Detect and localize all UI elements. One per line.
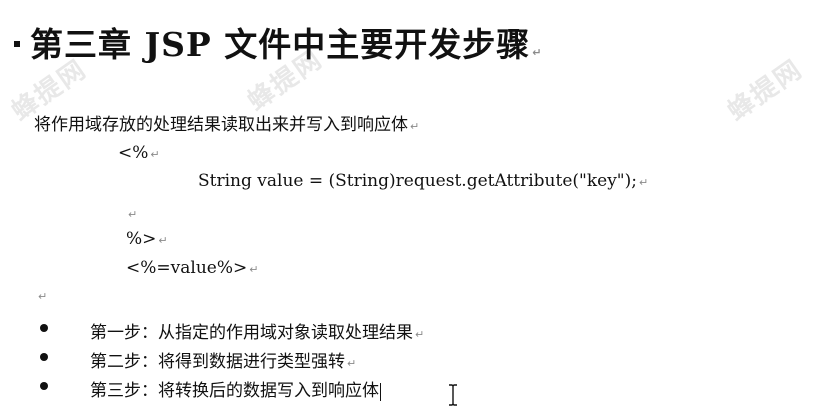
intro-paragraph: 将作用域存放的处理结果读取出来并写入到响应体 ↵ — [34, 110, 419, 135]
watermark: 蜂提网 — [722, 54, 809, 127]
title-text: 第三章 JSP 文件中主要开发步骤 — [30, 25, 531, 64]
paragraph-mark-icon: ↵ — [639, 176, 649, 189]
step-text[interactable]: 第三步：将转换后的数据写入到响应体 — [90, 376, 381, 401]
bullet-icon — [40, 353, 48, 361]
paragraph-mark-icon: ↵ — [249, 263, 259, 276]
i-beam-cursor-icon — [449, 384, 457, 406]
text-caret-icon — [380, 382, 381, 401]
code-line: %> ↵ — [126, 229, 168, 249]
paragraph-mark-icon: ↵ — [150, 148, 160, 161]
code-text: %> — [126, 229, 157, 249]
code-line: <%=value%> ↵ — [126, 258, 258, 278]
title-bullet-icon — [14, 41, 20, 47]
code-line: String value = (String)request.getAttrib… — [198, 171, 648, 191]
paragraph-mark-icon: ↵ — [532, 46, 543, 59]
code-line: <% ↵ — [118, 143, 160, 163]
document-page: 蜂提网 蜂提网 蜂提网 第三章 JSP 文件中主要开发步骤 ↵ 将作用域存放的处理… — [0, 0, 834, 414]
intro-text: 将作用域存放的处理结果读取出来并写入到响应体 — [34, 115, 408, 135]
code-text: <%=value%> — [126, 258, 248, 278]
code-text: <% — [118, 143, 149, 163]
code-text: String value = (String)request.getAttrib… — [198, 171, 637, 191]
bullet-icon — [40, 382, 48, 390]
code-line: ↵ — [126, 203, 137, 223]
step-text: 第二步：将得到数据进行类型强转 ↵ — [90, 352, 357, 372]
page-title: 第三章 JSP 文件中主要开发步骤 ↵ — [14, 18, 542, 66]
paragraph-mark-icon: ↵ — [415, 328, 425, 341]
step-text: 第一步：从指定的作用域对象读取处理结果 ↵ — [90, 323, 425, 343]
paragraph-mark-icon: ↵ — [347, 357, 357, 370]
paragraph-mark-icon: ↵ — [410, 120, 420, 133]
paragraph-mark-icon: ↵ — [128, 208, 138, 221]
paragraph-mark-icon: ↵ — [38, 290, 48, 303]
bullet-icon — [40, 324, 48, 332]
paragraph-mark-icon: ↵ — [158, 234, 168, 247]
